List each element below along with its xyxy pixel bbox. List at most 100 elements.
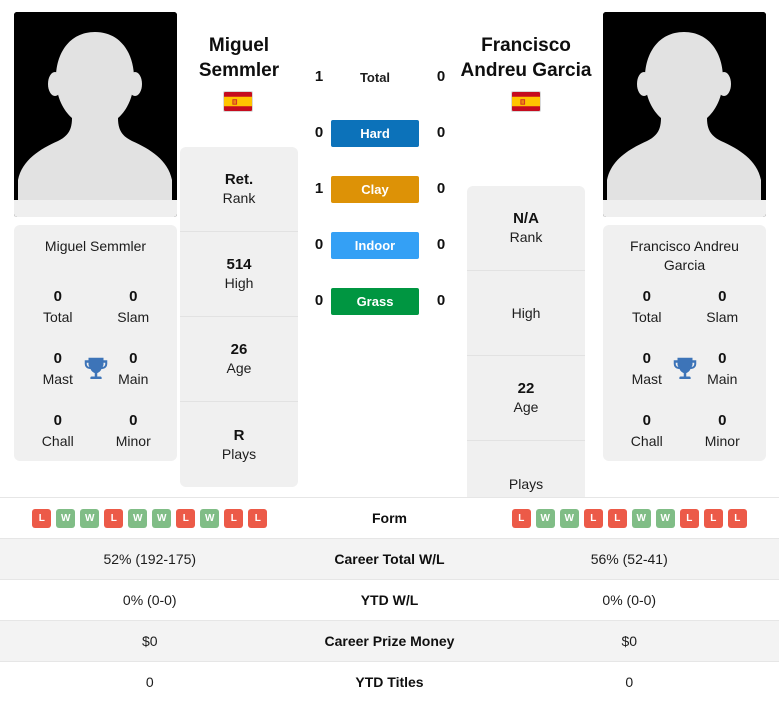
h2h-hard-right-score: 0 [436,124,446,141]
titles-num-chall-right: 0 [642,412,651,429]
player-info-card-right: N/A Rank High 22 Age Plays [467,186,585,526]
h2h-clay-right-score: 0 [436,180,446,197]
info-cell-rank-left: Ret. Rank [180,147,298,232]
form-badge-2[interactable]: W [56,508,76,528]
info-value-plays-left: R [233,426,245,444]
form-strip-left-cell: LWWLWWLWLL [0,508,300,528]
info-value-age-right: 22 [517,380,535,397]
spain-flag-icon-left [223,91,253,112]
info-label-high-left: High [224,275,254,291]
form-badge-9[interactable]: L [703,508,723,528]
titles-lab-slam-right: Slam [706,309,739,325]
h2h-indoor-label[interactable]: Indoor [331,232,419,259]
titles-cell-total-left: 0 Total [20,287,96,327]
h2h-clay-left-score: 1 [314,180,324,197]
player-name-left-line2: Semmler [198,60,280,81]
form-badge-10[interactable]: L [727,508,747,528]
form-badge-9[interactable]: L [224,508,244,528]
info-label-rank-right: Rank [509,229,543,245]
player-titles-card-left: Miguel Semmler 0 Total 0 Slam 0 Mast 0 M… [14,225,177,461]
titles-num-minor-right: 0 [718,412,727,429]
table-row-career-total-wl: 52% (192-175) Career Total W/L 56% (52-4… [0,538,779,579]
table-label-ytd-wl: YTD W/L [360,592,419,608]
player-avatar-left [14,12,177,217]
form-strip-right: LWWLLWWLLL [511,508,747,528]
form-badge-5[interactable]: W [128,508,148,528]
h2h-hard-label[interactable]: Hard [331,120,419,147]
titles-cell-slam-left: 0 Slam [96,287,172,327]
form-badge-8[interactable]: L [679,508,699,528]
titles-grid-right: 0 Total 0 Slam 0 Mast 0 Main 0 Chall 0 M… [609,287,760,451]
avatar-silhouette-icon [14,12,177,217]
titles-lab-chall-left: Chall [41,433,74,449]
titles-num-chall-left: 0 [53,412,62,429]
titles-num-slam-right: 0 [718,288,727,305]
form-badge-3[interactable]: W [559,508,579,528]
titles-lab-minor-left: Minor [115,433,151,449]
player-name-right[interactable]: Francisco Andreu Garcia [444,33,608,83]
info-cell-plays-left: R Plays [180,402,298,487]
titles-lab-total-right: Total [631,309,662,325]
h2h-hard-left-score: 0 [314,124,324,141]
form-badge-10[interactable]: L [248,508,268,528]
info-cell-age-left: 26 Age [180,317,298,402]
table-label-career-total-wl: Career Total W/L [334,551,445,567]
titles-num-minor-left: 0 [129,412,138,429]
info-cell-age-right: 22 Age [467,356,585,441]
table-label-career-prize-money: Career Prize Money [324,633,455,649]
form-badge-2[interactable]: W [535,508,555,528]
form-badge-5[interactable]: L [607,508,627,528]
table-row-ytd-titles: 0 YTD Titles 0 [0,661,779,702]
form-badge-1[interactable]: L [32,508,52,528]
ytd-wl-right: 0% (0-0) [602,592,657,608]
form-badge-4[interactable]: L [104,508,124,528]
info-cell-rank-right: N/A Rank [467,186,585,271]
career-prize-money-left: $0 [141,633,158,649]
form-strip-right-cell: LWWLLWWLLL [480,508,779,528]
info-label-plays-left: Plays [221,445,257,462]
h2h-total-left-score: 1 [314,68,324,85]
head-to-head-bars: 1 Total 0 0 Hard 0 1 Clay 0 0 Indoor 0 0… [300,60,460,318]
form-badge-6[interactable]: W [152,508,172,528]
titles-num-total-right: 0 [642,288,651,305]
h2h-row-hard: 0 Hard 0 [300,116,460,150]
form-badge-6[interactable]: W [631,508,651,528]
player-name-left[interactable]: Miguel Semmler [157,33,321,83]
player-info-card-left: Ret. Rank 514 High 26 Age R Plays [180,147,298,487]
info-cell-high-right: High [467,271,585,356]
table-label-ytd-titles: YTD Titles [355,674,424,690]
h2h-grass-label[interactable]: Grass [331,288,419,315]
titles-lab-minor-right: Minor [704,433,740,449]
form-badge-8[interactable]: W [200,508,220,528]
trophy-icon-right [670,354,700,384]
career-total-wl-right: 56% (52-41) [590,551,668,567]
form-badge-1[interactable]: L [511,508,531,528]
avatar-silhouette-icon [603,12,766,217]
career-total-wl-left: 52% (192-175) [103,551,197,567]
player-comparison-header: Miguel Semmler Francisco Andreu Garcia 1… [0,0,779,526]
info-cell-high-left: 514 High [180,232,298,317]
info-label-rank-left: Rank [222,190,256,206]
form-badge-4[interactable]: L [583,508,603,528]
h2h-clay-label[interactable]: Clay [331,176,419,203]
spain-flag-icon-right [511,91,541,112]
info-label-high-right: High [511,305,541,321]
h2h-total-label: Total [359,70,391,85]
titles-num-slam-left: 0 [129,288,138,305]
titles-lab-total-left: Total [42,309,73,325]
titles-cell-total-right: 0 Total [609,287,685,327]
h2h-grass-right-score: 0 [436,292,446,309]
h2h-indoor-left-score: 0 [314,236,324,253]
h2h-row-grass: 0 Grass 0 [300,284,460,318]
titles-card-name-right: Francisco Andreu Garcia [630,238,739,273]
form-badge-7[interactable]: L [176,508,196,528]
info-label-age-right: Age [513,399,539,415]
titles-cell-minor-left: 0 Minor [96,411,172,451]
form-badge-3[interactable]: W [80,508,100,528]
form-badge-7[interactable]: W [655,508,675,528]
titles-cell-chall-right: 0 Chall [609,411,685,451]
info-value-rank-right: N/A [513,210,539,227]
player-name-right-line2: Andreu Garcia [460,60,592,81]
player-titles-card-right: Francisco Andreu Garcia 0 Total 0 Slam 0… [603,225,766,461]
titles-cell-minor-right: 0 Minor [685,411,761,451]
